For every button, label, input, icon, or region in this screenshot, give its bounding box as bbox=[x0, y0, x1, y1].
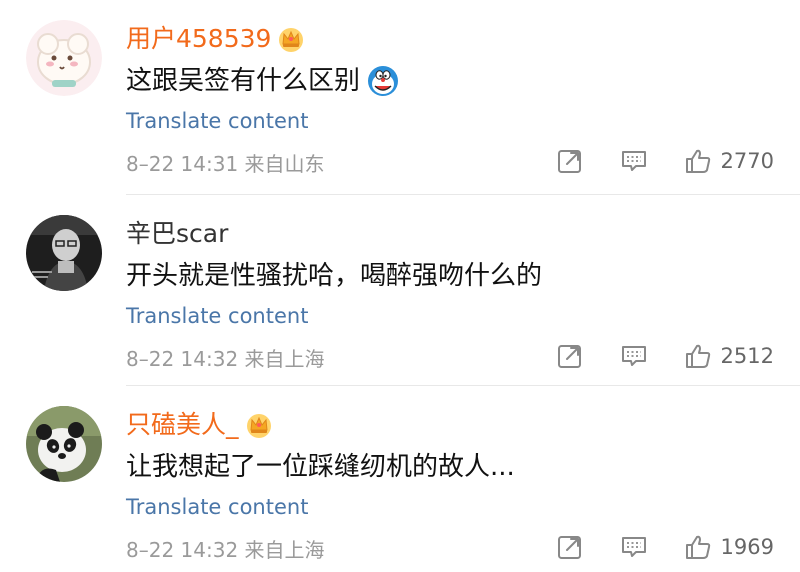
comment-meta: 8–22 14:32 来自上海 bbox=[126, 536, 325, 564]
username-text: 用户458539 bbox=[126, 24, 272, 53]
comment-item: 辛巴scar 开头就是性骚扰哈，喝醉强吻什么的 Translate conten… bbox=[0, 195, 800, 386]
like-count: 1969 bbox=[720, 535, 774, 559]
avatar[interactable] bbox=[26, 20, 102, 96]
share-icon[interactable] bbox=[555, 341, 585, 371]
doraemon-emoji-icon bbox=[368, 66, 399, 96]
comment-location: 来自上海 bbox=[244, 538, 325, 562]
comment-text-content: 让我想起了一位踩缝纫机的故人... bbox=[126, 452, 515, 482]
crown-badge-icon bbox=[279, 28, 304, 52]
comment-text: 开头就是性骚扰哈，喝醉强吻什么的 bbox=[126, 257, 542, 295]
like-button[interactable]: 1969 bbox=[683, 532, 774, 562]
translate-link[interactable]: Translate content bbox=[126, 301, 308, 331]
avatar[interactable] bbox=[26, 406, 102, 482]
comment-item: 用户458539 这跟吴签有什么区别 Translate content 8–2… bbox=[0, 0, 800, 195]
like-button[interactable]: 2770 bbox=[683, 146, 774, 176]
share-icon[interactable] bbox=[555, 146, 585, 176]
comment-icon[interactable] bbox=[619, 532, 649, 562]
username[interactable]: 只磕美人_ bbox=[126, 408, 273, 442]
share-icon[interactable] bbox=[555, 532, 585, 562]
comment-icon[interactable] bbox=[619, 341, 649, 371]
username-text: 只磕美人_ bbox=[126, 410, 239, 439]
thumbs-up-icon bbox=[685, 344, 710, 368]
comment-text: 让我想起了一位踩缝纫机的故人... bbox=[126, 448, 515, 486]
translate-link[interactable]: Translate content bbox=[126, 106, 308, 136]
username[interactable]: 辛巴scar bbox=[126, 217, 228, 251]
thumbs-up-icon bbox=[685, 149, 710, 173]
comment-icon[interactable] bbox=[619, 146, 649, 176]
translate-link[interactable]: Translate content bbox=[126, 492, 308, 522]
comment-item: 只磕美人_ 让我想起了一位踩缝纫机的故人... Translate conten… bbox=[0, 386, 800, 572]
avatar[interactable] bbox=[26, 215, 102, 291]
comment-meta: 8–22 14:32 来自上海 bbox=[126, 345, 325, 373]
comment-actions: 2512 bbox=[521, 341, 774, 371]
comment-list: 用户458539 这跟吴签有什么区别 Translate content 8–2… bbox=[0, 0, 800, 572]
like-count: 2770 bbox=[720, 149, 774, 173]
username[interactable]: 用户458539 bbox=[126, 22, 305, 56]
comment-time: 8–22 14:31 bbox=[126, 152, 239, 176]
comment-actions: 2770 bbox=[521, 146, 774, 176]
comment-time: 8–22 14:32 bbox=[126, 347, 239, 371]
comment-text: 这跟吴签有什么区别 bbox=[126, 62, 400, 100]
comment-time: 8–22 14:32 bbox=[126, 538, 239, 562]
crown-badge-icon bbox=[246, 414, 271, 438]
comment-text-content: 这跟吴签有什么区别 bbox=[126, 66, 361, 96]
comment-location: 来自上海 bbox=[244, 347, 325, 371]
comment-meta: 8–22 14:31 来自山东 bbox=[126, 150, 325, 178]
like-button[interactable]: 2512 bbox=[683, 341, 774, 371]
username-text: 辛巴scar bbox=[126, 219, 229, 248]
like-count: 2512 bbox=[720, 344, 774, 368]
thumbs-up-icon bbox=[685, 535, 710, 559]
comment-actions: 1969 bbox=[521, 532, 774, 562]
comment-text-content: 开头就是性骚扰哈，喝醉强吻什么的 bbox=[126, 261, 543, 291]
comment-location: 来自山东 bbox=[244, 152, 325, 176]
